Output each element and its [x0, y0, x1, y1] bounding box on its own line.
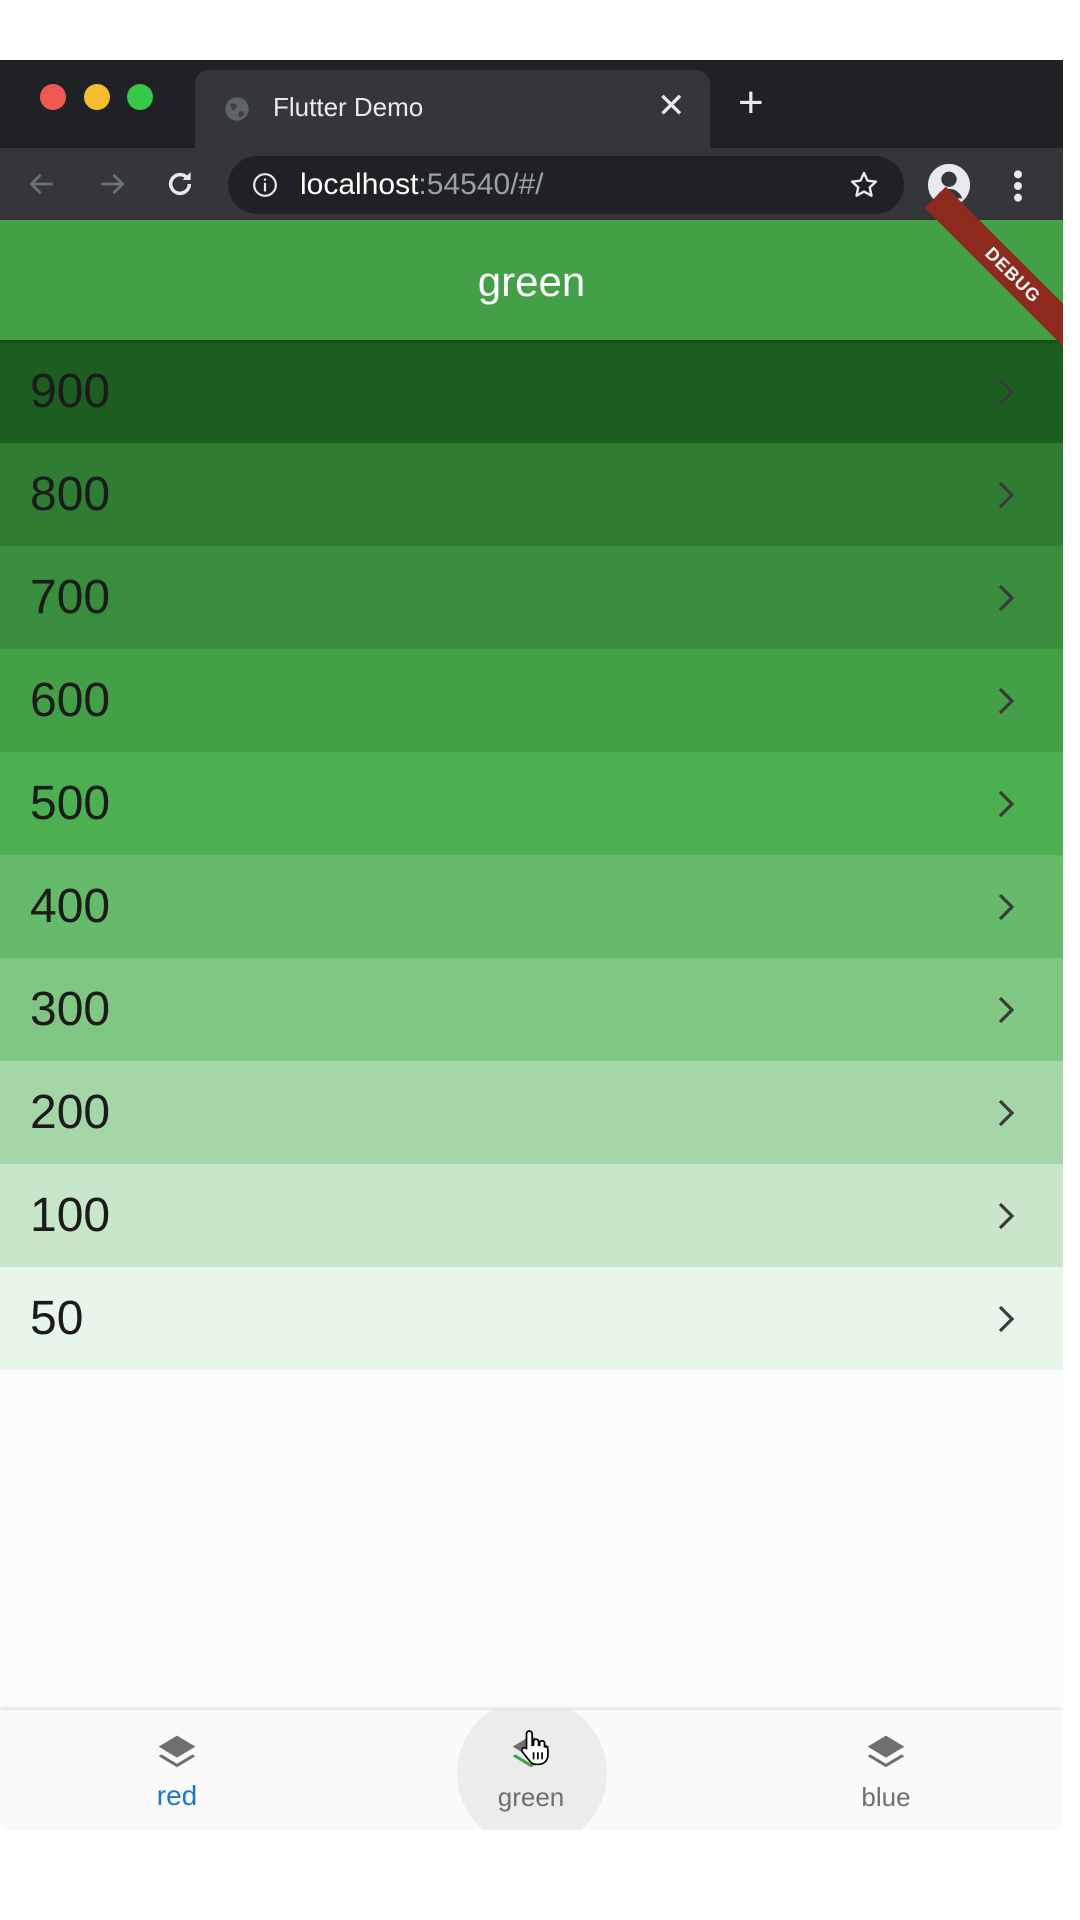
layers-icon [867, 1735, 905, 1768]
list-item[interactable]: 100 [0, 1164, 1063, 1267]
list-item[interactable]: 700 [0, 546, 1063, 649]
hand-cursor-icon [520, 1730, 549, 1766]
browser-toolbar: localhost:54540/#/ [0, 148, 1063, 220]
list-item-label: 100 [30, 1189, 111, 1242]
forward-button[interactable] [92, 164, 132, 204]
chevron-right-icon [998, 996, 1015, 1024]
back-button[interactable] [22, 164, 62, 204]
chevron-right-icon [998, 378, 1015, 406]
nav-item-blue[interactable]: blue [709, 1710, 1063, 1830]
arrow-right-icon [101, 173, 125, 195]
chevron-right-icon [998, 1202, 1015, 1230]
page-title: green [477, 258, 586, 305]
chevron-right-icon [998, 687, 1015, 715]
window-maximize-button[interactable] [127, 84, 153, 110]
list-item-label: 800 [30, 468, 111, 521]
window-close-button[interactable] [40, 84, 66, 110]
star-icon[interactable] [848, 169, 880, 201]
chevron-right-icon [998, 893, 1015, 921]
list-item-label: 500 [30, 777, 111, 830]
list-item-label: 50 [30, 1292, 84, 1345]
nav-item-label: blue [861, 1782, 911, 1812]
list-item-label: 200 [30, 1086, 111, 1139]
browser-window: Flutter Demo ✕ + localhost:54540/#/ gree… [0, 60, 1063, 1830]
list-item[interactable]: 800 [0, 443, 1063, 546]
chevron-right-icon [998, 584, 1015, 612]
list-item[interactable]: 600 [0, 649, 1063, 752]
arrow-left-icon [29, 173, 53, 195]
url-path: :54540/#/ [418, 168, 544, 201]
tab-close-button[interactable]: ✕ [657, 86, 686, 126]
nav-item-label: green [497, 1782, 565, 1812]
address-bar[interactable]: localhost:54540/#/ [228, 156, 904, 214]
url-text: localhost:54540/#/ [300, 168, 544, 202]
list-item[interactable]: 200 [0, 1061, 1063, 1164]
list-item[interactable]: 50 [0, 1267, 1063, 1370]
chevron-right-icon [998, 1305, 1015, 1333]
more-vert-icon[interactable] [1006, 166, 1030, 206]
info-icon[interactable] [252, 172, 278, 198]
nav-item-label: red [156, 1780, 198, 1811]
list-item-label: 400 [30, 880, 111, 933]
list-item-label: 600 [30, 674, 111, 727]
list-item[interactable]: 400 [0, 855, 1063, 958]
reload-icon [168, 172, 192, 196]
reload-button[interactable] [160, 164, 200, 204]
color-list: 900 800 700 600 500 400 300 200 100 50 [0, 340, 1063, 1370]
chevron-right-icon [998, 790, 1015, 818]
list-item-label: 900 [30, 365, 111, 418]
layers-icon [158, 1735, 196, 1768]
chevron-right-icon [998, 481, 1015, 509]
chevron-right-icon [998, 1099, 1015, 1127]
tab-bar: Flutter Demo ✕ + [0, 60, 1063, 150]
list-item-label: 700 [30, 571, 111, 624]
browser-tab[interactable]: Flutter Demo ✕ [195, 70, 710, 150]
url-host: localhost [300, 168, 419, 201]
new-tab-button[interactable]: + [738, 78, 764, 128]
globe-icon [225, 97, 249, 121]
tab-title: Flutter Demo [273, 92, 424, 122]
list-item[interactable]: 500 [0, 752, 1063, 855]
nav-item-red[interactable]: red [0, 1710, 354, 1830]
list-item[interactable]: 300 [0, 958, 1063, 1061]
list-item-label: 300 [30, 983, 111, 1036]
flutter-app: green DEBUG 900 800 700 600 500 400 300 200 100 5… [0, 186, 1063, 1830]
app-bar: green [0, 220, 1063, 340]
window-minimize-button[interactable] [84, 84, 110, 110]
list-item[interactable]: 900 [0, 340, 1063, 443]
bottom-navigation-bar: red green blue [0, 1710, 1063, 1830]
